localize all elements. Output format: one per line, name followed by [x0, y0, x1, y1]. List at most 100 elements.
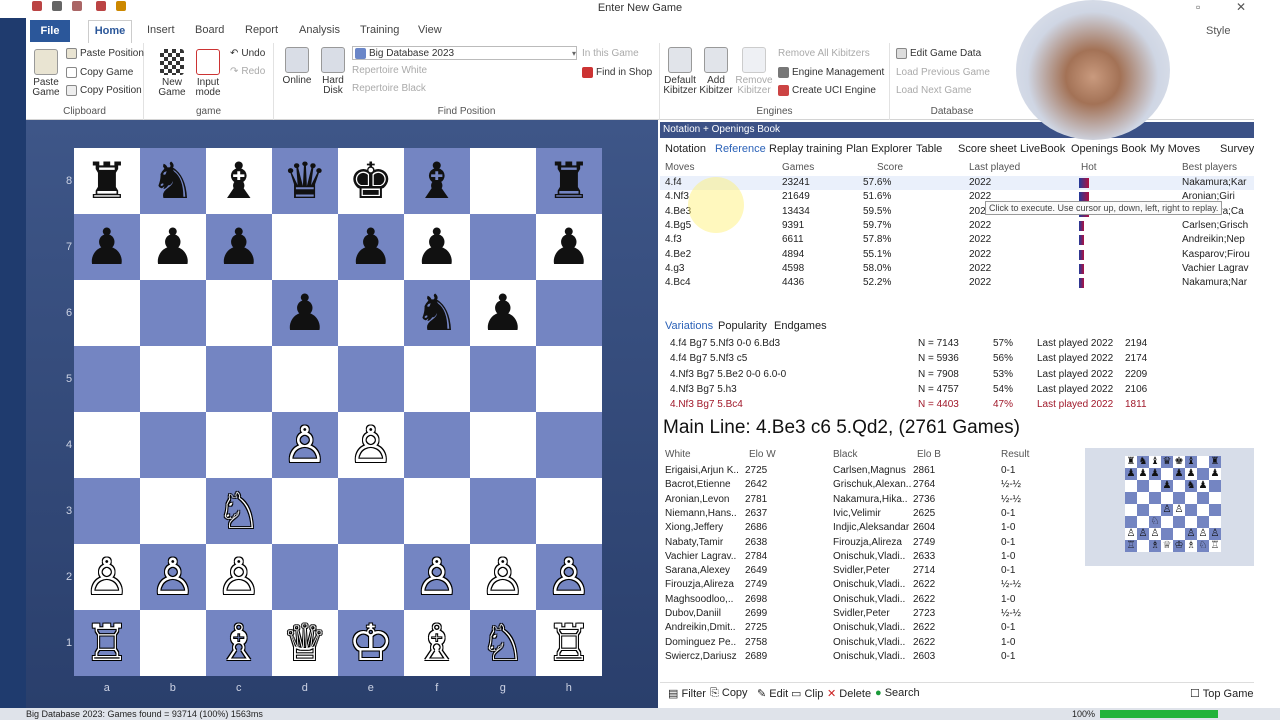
moves-row[interactable]: 4.Bg5 9391 59.7% 2022 Carlsen;Grisch	[660, 219, 1254, 233]
delete-button[interactable]: ✕ Delete	[827, 687, 871, 700]
square-f5[interactable]	[404, 346, 470, 412]
square-a4[interactable]	[74, 412, 140, 478]
square-h1[interactable]: ♖	[536, 610, 602, 676]
chess-piece[interactable]: ♜	[546, 156, 591, 206]
chess-piece[interactable]: ♝	[216, 156, 261, 206]
variation-row[interactable]: 4.Nf3 Bg7 5.Be2 0-0 6.0-0 N = 7908 53% Last…	[660, 368, 1234, 383]
game-row[interactable]: Dubov,Daniil 2699 Svidler,Peter 2723 ½-½	[660, 607, 1080, 621]
square-e4[interactable]: ♙	[338, 412, 404, 478]
tab-insert[interactable]: Insert	[147, 24, 175, 36]
square-c2[interactable]: ♙	[206, 544, 272, 610]
square-f7[interactable]: ♟	[404, 214, 470, 280]
chess-piece[interactable]: ♛	[282, 156, 327, 206]
game-row[interactable]: Vachier Lagrav.. 2784 Onischuk,Vladi.. 2633…	[660, 550, 1080, 564]
game-row[interactable]: Firouzja,Alireza 2749 Onischuk,Vladi.. 2622…	[660, 578, 1080, 592]
tab-board[interactable]: Board	[195, 24, 224, 36]
tab-score-sheet[interactable]: Score sheet	[958, 143, 1017, 155]
chess-piece[interactable]: ♘	[216, 486, 261, 536]
square-e8[interactable]: ♚	[338, 148, 404, 214]
square-a8[interactable]: ♜	[74, 148, 140, 214]
filter-button[interactable]: ▤ Filter	[668, 687, 706, 700]
square-g3[interactable]	[470, 478, 536, 544]
square-f2[interactable]: ♙	[404, 544, 470, 610]
game-row[interactable]: Aronian,Levon 2781 Nakamura,Hika.. 2736 ½-½	[660, 493, 1080, 507]
add-kibitzer-button[interactable]: Add Kibitzer	[698, 47, 734, 96]
tab-endgames[interactable]: Endgames	[774, 320, 827, 332]
moves-row[interactable]: 4.f4 23241 57.6% 2022 Nakamura;Kar	[660, 176, 1254, 190]
game-row[interactable]: Sarana,Alexey 2649 Svidler,Peter 2714 0-1	[660, 564, 1080, 578]
chess-piece[interactable]: ♗	[216, 618, 261, 668]
tab-report[interactable]: Report	[245, 24, 278, 36]
square-h3[interactable]	[536, 478, 602, 544]
square-d5[interactable]	[272, 346, 338, 412]
chess-piece[interactable]: ♟	[282, 288, 327, 338]
database-select[interactable]: Big Database 2023 ▾	[352, 46, 577, 60]
col-moves[interactable]: Moves	[665, 162, 694, 173]
game-row[interactable]: Andreikin,Dmit.. 2725 Onischuk,Vladi.. 2622…	[660, 621, 1080, 635]
square-d8[interactable]: ♛	[272, 148, 338, 214]
repertoire-black-button[interactable]: Repertoire Black	[352, 83, 426, 94]
online-button[interactable]: Online	[280, 47, 314, 86]
tab-reference[interactable]: Reference	[715, 143, 766, 155]
edit-game-data-button[interactable]: Edit Game Data	[896, 48, 981, 59]
square-g7[interactable]	[470, 214, 536, 280]
edit-button[interactable]: ✎ Edit	[757, 687, 788, 700]
square-c5[interactable]	[206, 346, 272, 412]
square-h4[interactable]	[536, 412, 602, 478]
tab-variations[interactable]: Variations	[665, 320, 713, 332]
tab-analysis[interactable]: Analysis	[299, 24, 340, 36]
chess-piece[interactable]: ♙	[282, 420, 327, 470]
chess-piece[interactable]: ♟	[150, 222, 195, 272]
col-black[interactable]: Black	[833, 449, 857, 460]
chess-piece[interactable]: ♙	[546, 552, 591, 602]
square-d1[interactable]: ♕	[272, 610, 338, 676]
tab-openings-book[interactable]: Openings Book	[1071, 143, 1146, 155]
square-c7[interactable]: ♟	[206, 214, 272, 280]
square-h7[interactable]: ♟	[536, 214, 602, 280]
square-h2[interactable]: ♙	[536, 544, 602, 610]
col-result[interactable]: Result	[1001, 449, 1029, 460]
chess-piece[interactable]: ♟	[84, 222, 129, 272]
game-row[interactable]: Nabaty,Tamir 2638 Firouzja,Alireza 2749 0-1	[660, 536, 1080, 550]
chess-piece[interactable]: ♞	[150, 156, 195, 206]
square-c3[interactable]: ♘	[206, 478, 272, 544]
copy-button[interactable]: ⎘ Copy	[710, 687, 748, 700]
top-games-checkbox[interactable]: ☐ Top Games	[1190, 687, 1259, 700]
chess-piece[interactable]: ♙	[150, 552, 195, 602]
col-hot[interactable]: Hot	[1081, 162, 1097, 173]
square-a7[interactable]: ♟	[74, 214, 140, 280]
square-d3[interactable]	[272, 478, 338, 544]
game-row[interactable]: Niemann,Hans.. 2637 Ivic,Velimir 2625 0-1	[660, 507, 1080, 521]
paste-position-button[interactable]: Paste Position	[66, 48, 144, 59]
game-row[interactable]: Erigaisi,Arjun K.. 2725 Carlsen,Magnus 2861…	[660, 464, 1080, 478]
tab-training[interactable]: Training	[360, 24, 399, 36]
input-mode-button[interactable]: Input mode	[190, 49, 226, 98]
variation-row[interactable]: 4.Nf3 Bg7 5.h3 N = 4757 54% Last played 202…	[660, 383, 1234, 398]
load-previous-game-button[interactable]: Load Previous Game	[896, 67, 990, 78]
chess-piece[interactable]: ♖	[84, 618, 129, 668]
new-game-button[interactable]: New Game	[154, 49, 190, 98]
square-a5[interactable]	[74, 346, 140, 412]
square-a1[interactable]: ♖	[74, 610, 140, 676]
moves-row[interactable]: 4.g3 4598 58.0% 2022 Vachier Lagrav	[660, 262, 1254, 276]
square-b3[interactable]	[140, 478, 206, 544]
tab-file[interactable]: File	[30, 20, 70, 42]
chess-piece[interactable]: ♗	[414, 618, 459, 668]
square-c1[interactable]: ♗	[206, 610, 272, 676]
tab-view[interactable]: View	[418, 24, 442, 36]
tab-home[interactable]: Home	[88, 20, 132, 43]
square-a3[interactable]	[74, 478, 140, 544]
repertoire-white-button[interactable]: Repertoire White	[352, 65, 427, 76]
square-g8[interactable]	[470, 148, 536, 214]
col-games[interactable]: Games	[782, 162, 814, 173]
square-g1[interactable]: ♘	[470, 610, 536, 676]
square-f8[interactable]: ♝	[404, 148, 470, 214]
tab-notation[interactable]: Notation	[665, 143, 706, 155]
hard-disk-button[interactable]: Hard Disk	[316, 47, 350, 96]
chess-piece[interactable]: ♞	[414, 288, 459, 338]
chess-piece[interactable]: ♟	[348, 222, 393, 272]
variation-row[interactable]: 4.f4 Bg7 5.Nf3 c5 N = 5936 56% Last played …	[660, 352, 1234, 367]
chess-piece[interactable]: ♟	[480, 288, 525, 338]
col-score[interactable]: Score	[877, 162, 903, 173]
square-d2[interactable]	[272, 544, 338, 610]
